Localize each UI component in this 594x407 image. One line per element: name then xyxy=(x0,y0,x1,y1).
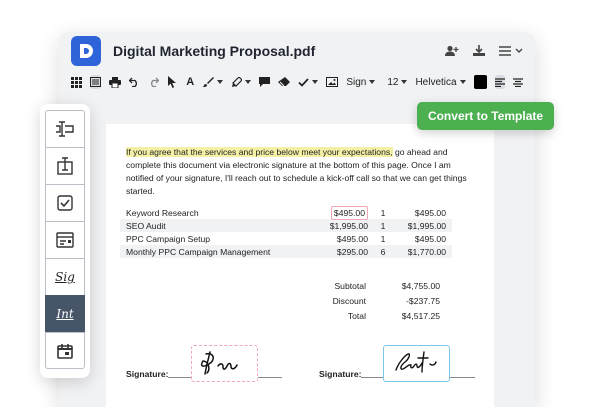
item-name: PPC Campaign Setup xyxy=(126,233,211,244)
highlighted-text[interactable]: If you agree that the services and price… xyxy=(126,147,393,157)
app-logo xyxy=(71,36,101,66)
document-title: Digital Marketing Proposal.pdf xyxy=(113,43,316,59)
font-family-value: Helvetica xyxy=(415,76,457,88)
initials-field-icon: Int xyxy=(56,307,74,321)
text-tool-icon[interactable]: A xyxy=(185,75,195,89)
subtotal-value: $4,755.00 xyxy=(401,281,440,291)
intro-paragraph: If you agree that the services and price… xyxy=(126,146,476,198)
item-name: SEO Audit xyxy=(126,220,166,231)
print-icon[interactable] xyxy=(109,75,121,89)
document-page: If you agree that the services and price… xyxy=(106,124,494,407)
signature-label: Signature: xyxy=(319,369,362,379)
text-field-icon xyxy=(56,121,74,137)
text-block-icon xyxy=(57,157,73,175)
sign-dropdown[interactable]: Sign xyxy=(346,76,376,88)
discount-label: Discount xyxy=(332,296,366,306)
download-icon[interactable] xyxy=(473,45,485,57)
checkbox-tool[interactable] xyxy=(45,184,85,221)
total-label: Total xyxy=(347,311,366,321)
initials-field-tool[interactable]: Int xyxy=(45,295,85,332)
total-value: $4,517.25 xyxy=(401,311,440,321)
date-field-icon xyxy=(57,343,73,359)
item-price: $1,995.00 xyxy=(329,220,368,231)
table-row: PPC Campaign Setup $495.00 1 $495.00 xyxy=(126,232,446,245)
comment-icon[interactable] xyxy=(259,75,271,89)
signature-field-icon: Sig xyxy=(55,270,75,284)
image-icon[interactable] xyxy=(326,75,339,89)
item-total: $495.00 xyxy=(414,233,446,244)
item-price: $295.00 xyxy=(336,246,368,257)
item-qty: 1 xyxy=(380,220,386,231)
item-total: $1,995.00 xyxy=(407,220,446,231)
text-color-swatch[interactable] xyxy=(473,75,487,89)
checkmark-icon xyxy=(298,77,309,87)
date-field-tool[interactable] xyxy=(45,332,85,369)
checkbox-icon xyxy=(57,195,73,211)
highlight-tool-dropdown[interactable] xyxy=(231,76,252,88)
item-name: Keyword Research xyxy=(126,207,199,218)
font-size-value: 12 xyxy=(387,76,399,88)
table-row: SEO Audit $1,995.00 1 $1,995.00 xyxy=(120,219,452,232)
item-qty: 1 xyxy=(380,233,386,244)
checkmark-tool-dropdown[interactable] xyxy=(298,77,319,87)
align-left-icon[interactable] xyxy=(494,75,505,89)
item-price: $495.00 xyxy=(336,233,368,244)
handwritten-signature xyxy=(395,351,437,373)
undo-icon[interactable] xyxy=(129,75,140,89)
item-total: $1,770.00 xyxy=(407,246,446,257)
marker-icon xyxy=(232,76,243,87)
eraser-icon[interactable] xyxy=(278,75,291,89)
font-family-dropdown[interactable]: Helvetica xyxy=(415,76,466,88)
redo-icon[interactable] xyxy=(148,75,159,89)
signature-field[interactable] xyxy=(191,345,258,382)
discount-value: -$237.75 xyxy=(406,296,440,306)
brush-icon xyxy=(203,76,215,87)
signature-label: Signature: xyxy=(126,369,169,379)
toolbar: A Sign 12 Helvetica xyxy=(65,70,529,94)
subtotal-label: Subtotal xyxy=(334,281,366,291)
item-name: Monthly PPC Campaign Management xyxy=(126,246,271,257)
item-qty: 1 xyxy=(380,207,386,218)
signature-field-tool[interactable]: Sig xyxy=(45,258,85,295)
add-user-icon[interactable] xyxy=(445,45,459,57)
draw-tool-dropdown[interactable] xyxy=(203,76,224,88)
convert-to-template-button[interactable]: Convert to Template xyxy=(417,102,554,130)
item-total: $495.00 xyxy=(414,207,446,218)
sign-label: Sign xyxy=(346,76,367,88)
handwritten-signature xyxy=(200,351,238,375)
title-bar: Digital Marketing Proposal.pdf xyxy=(59,32,535,70)
text-field-tool[interactable] xyxy=(45,110,85,147)
price-field[interactable]: $495.00 xyxy=(330,205,368,220)
menu-dropdown-icon[interactable] xyxy=(499,46,523,56)
table-row: Monthly PPC Campaign Management $295.00 … xyxy=(120,245,452,258)
font-size-dropdown[interactable]: 12 xyxy=(387,76,408,88)
pointer-icon[interactable] xyxy=(167,75,177,89)
form-view-icon[interactable] xyxy=(90,75,101,89)
grid-view-icon[interactable] xyxy=(71,75,82,89)
table-row: Keyword Research $495.00 1 $495.00 xyxy=(126,205,446,220)
align-center-icon[interactable] xyxy=(512,75,523,89)
field-sidebar: Sig Int xyxy=(40,104,90,378)
signature-field[interactable] xyxy=(383,345,450,382)
item-qty: 6 xyxy=(380,246,386,257)
dropdown-field-tool[interactable] xyxy=(45,221,85,258)
dropdown-field-icon xyxy=(56,232,74,248)
text-block-tool[interactable] xyxy=(45,147,85,184)
